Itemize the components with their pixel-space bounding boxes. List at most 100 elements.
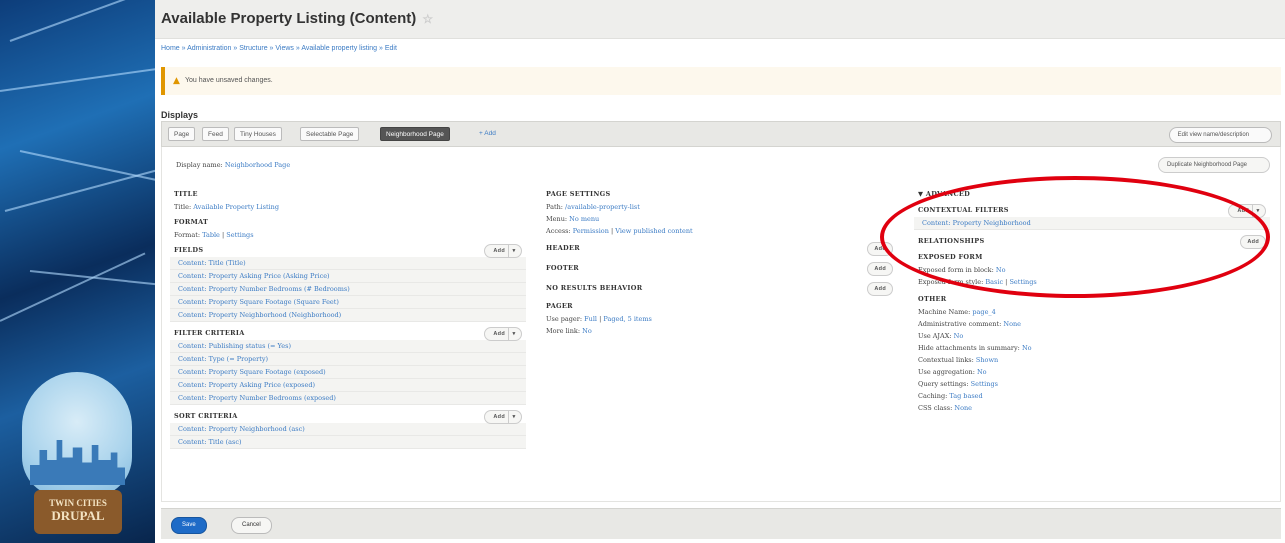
add-label: Add xyxy=(493,414,505,420)
other-section: OTHER Machine Name: page_4 Administrativ… xyxy=(914,292,1270,414)
tab-feed[interactable]: Feed xyxy=(202,127,229,141)
access-row: Access: Permission | View published cont… xyxy=(542,225,897,237)
tab-neighborhood-page[interactable]: Neighborhood Page xyxy=(380,127,450,141)
page-title-text: Available Property Listing (Content) xyxy=(161,10,417,27)
list-item[interactable]: Content: Property Asking Price (Asking P… xyxy=(170,270,526,283)
fiber-strand xyxy=(19,150,155,184)
edit-view-description-button[interactable]: Edit view name/description xyxy=(1168,127,1272,143)
footer-section: FOOTER Add xyxy=(542,261,897,276)
header-add-button[interactable]: Add xyxy=(867,242,893,256)
other-value-link[interactable]: Shown xyxy=(976,356,998,364)
sort-heading-text: SORT CRITERIA xyxy=(174,412,238,420)
warning-text: You have unsaved changes. xyxy=(185,77,273,84)
list-item[interactable]: Content: Property Neighborhood (Neighbor… xyxy=(170,309,526,322)
other-label: Contextual links: xyxy=(918,356,974,364)
list-item[interactable]: Content: Property Neighborhood xyxy=(914,217,1270,230)
menu-label: Menu: xyxy=(546,215,568,223)
tab-tiny-houses[interactable]: Tiny Houses xyxy=(234,127,282,141)
no-results-heading-text: NO RESULTS BEHAVIOR xyxy=(546,284,643,292)
relationships-heading-text: RELATIONSHIPS xyxy=(918,237,985,245)
other-value-link[interactable]: page_4 xyxy=(972,308,995,316)
star-icon[interactable]: ☆ xyxy=(422,12,433,26)
other-value-link[interactable]: No xyxy=(977,368,987,376)
badge-line1: TWIN CITIES xyxy=(49,498,107,508)
menu-link[interactable]: No menu xyxy=(569,215,599,223)
access-link[interactable]: Permission xyxy=(573,227,609,235)
list-item[interactable]: Content: Property Square Footage (expose… xyxy=(170,366,526,379)
contextual-add-button[interactable]: Add ▾ xyxy=(1228,204,1266,218)
more-link-label: More link: xyxy=(546,327,581,335)
path-link[interactable]: /available-property-list xyxy=(565,203,640,211)
pager-items-link[interactable]: Paged, 5 items xyxy=(603,315,652,323)
list-item[interactable]: Content: Type (= Property) xyxy=(170,353,526,366)
chevron-down-icon[interactable]: ▾ xyxy=(508,411,519,423)
footer-heading-text: FOOTER xyxy=(546,264,579,272)
tab-selectable-page[interactable]: Selectable Page xyxy=(300,127,360,141)
middle-column: PAGE SETTINGS Path: /available-property-… xyxy=(542,187,897,337)
advanced-toggle[interactable]: ▼ ADVANCED xyxy=(914,187,1270,201)
display-name-link[interactable]: Neighborhood Page xyxy=(225,161,290,169)
other-heading: OTHER xyxy=(918,295,947,303)
format-row: Format: Table | Settings xyxy=(170,229,526,241)
format-value-link[interactable]: Table xyxy=(202,231,220,239)
pager-section: PAGER Use pager: Full | Paged, 5 items M… xyxy=(542,299,897,337)
chevron-down-icon[interactable]: ▾ xyxy=(508,245,519,257)
format-settings-link[interactable]: Settings xyxy=(226,231,253,239)
footer-heading: FOOTER Add xyxy=(542,261,897,276)
cancel-button[interactable]: Cancel xyxy=(231,517,272,534)
sort-add-button[interactable]: Add ▾ xyxy=(484,410,522,424)
tab-page[interactable]: Page xyxy=(168,127,196,141)
breadcrumb[interactable]: Home » Administration » Structure » View… xyxy=(161,45,397,52)
use-pager-link[interactable]: Full xyxy=(584,315,597,323)
contextual-heading-text: CONTEXTUAL FILTERS xyxy=(918,206,1009,214)
other-value-link[interactable]: No xyxy=(954,332,964,340)
access-label: Access: xyxy=(546,227,571,235)
left-column: TITLE Title: Available Property Listing … xyxy=(170,187,526,449)
other-value-link[interactable]: None xyxy=(1003,320,1021,328)
header-section: HEADER Add xyxy=(542,241,897,256)
fields-add-button[interactable]: Add ▾ xyxy=(484,244,522,258)
tab-add[interactable]: + Add xyxy=(474,127,501,141)
chevron-down-icon[interactable]: ▾ xyxy=(508,328,519,340)
title-value-link[interactable]: Available Property Listing xyxy=(193,203,279,211)
list-item[interactable]: Content: Property Neighborhood (asc) xyxy=(170,423,526,436)
relationships-add-button[interactable]: Add xyxy=(1240,235,1266,249)
list-item[interactable]: Content: Property Square Footage (Square… xyxy=(170,296,526,309)
more-link-row: More link: No xyxy=(542,325,897,337)
no-results-heading: NO RESULTS BEHAVIOR Add xyxy=(542,281,897,296)
use-pager-label: Use pager: xyxy=(546,315,583,323)
list-item[interactable]: Content: Property Number Bedrooms (expos… xyxy=(170,392,526,405)
exposed-style-link[interactable]: Basic xyxy=(985,278,1003,286)
access-permission-link[interactable]: View published content xyxy=(615,227,692,235)
exposed-block-link[interactable]: No xyxy=(996,266,1006,274)
save-button[interactable]: Save xyxy=(171,517,207,534)
list-item[interactable]: Content: Property Number Bedrooms (# Bed… xyxy=(170,283,526,296)
exposed-settings-link[interactable]: Settings xyxy=(1009,278,1036,286)
other-value-link[interactable]: Tag based xyxy=(949,392,982,400)
hide-attachments-row: Hide attachments in summary: No xyxy=(914,342,1270,354)
display-name-label: Display name: xyxy=(176,161,223,169)
use-pager-row: Use pager: Full | Paged, 5 items xyxy=(542,313,897,325)
more-link-value[interactable]: No xyxy=(582,327,592,335)
filter-heading-text: FILTER CRITERIA xyxy=(174,329,245,337)
other-value-link[interactable]: No xyxy=(1022,344,1032,352)
other-value-link[interactable]: None xyxy=(954,404,972,412)
form-actions-bar: Save Cancel xyxy=(161,508,1281,539)
contextual-filters-section: CONTEXTUAL FILTERS Add ▾ Content: Property… xyxy=(914,203,1270,230)
twin-cities-drupal-badge: TWIN CITIES DRUPAL xyxy=(34,490,122,534)
no-results-add-button[interactable]: Add xyxy=(867,282,893,296)
list-item[interactable]: Content: Property Asking Price (exposed) xyxy=(170,379,526,392)
filter-add-button[interactable]: Add ▾ xyxy=(484,327,522,341)
duplicate-display-button[interactable]: Duplicate Neighborhood Page xyxy=(1157,157,1270,173)
list-item[interactable]: Content: Title (asc) xyxy=(170,436,526,449)
chevron-down-icon[interactable]: ▾ xyxy=(1252,205,1263,217)
other-value-link[interactable]: Settings xyxy=(971,380,998,388)
filter-criteria-section: FILTER CRITERIA Add ▾ Content: Publishing … xyxy=(170,326,526,405)
pager-heading: PAGER xyxy=(546,302,573,310)
exposed-form-heading: EXPOSED FORM xyxy=(918,253,983,261)
footer-add-button[interactable]: Add xyxy=(867,262,893,276)
format-label: Format: xyxy=(174,231,201,239)
title-bar: Available Property Listing (Content) ☆ xyxy=(155,0,1285,39)
list-item[interactable]: Content: Publishing status (= Yes) xyxy=(170,340,526,353)
list-item[interactable]: Content: Title (Title) xyxy=(170,257,526,270)
